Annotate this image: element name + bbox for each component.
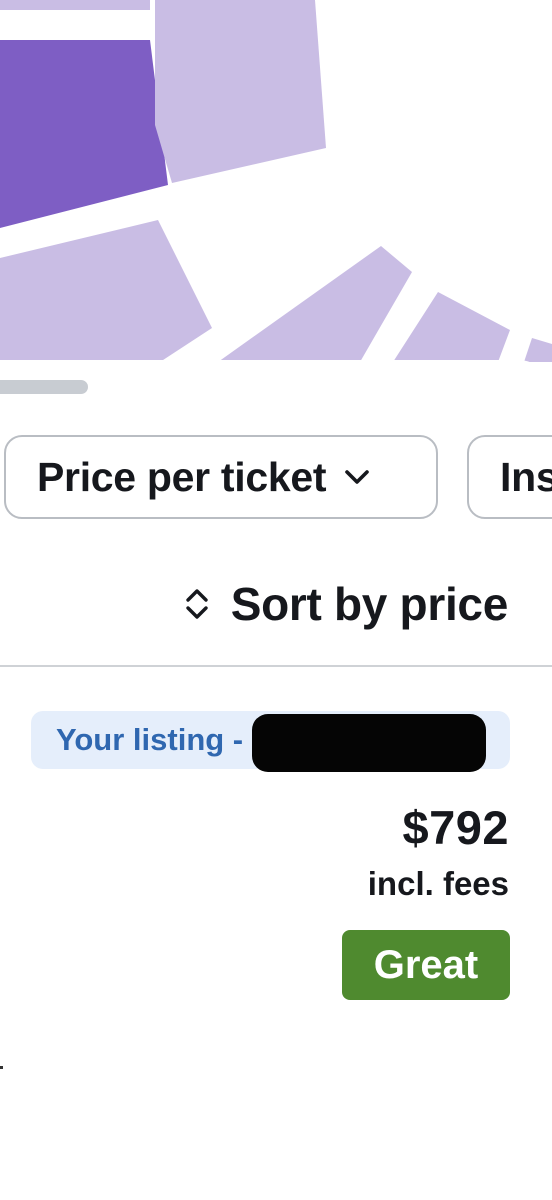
deal-rating-badge: Great: [342, 930, 510, 1000]
price-filter-label: Price per ticket: [37, 453, 327, 500]
up-down-chevron-icon: [185, 586, 209, 622]
section-top-strip[interactable]: [0, 0, 150, 10]
listing-price: $792: [402, 801, 509, 854]
divider: [0, 665, 552, 667]
instant-download-filter[interactable]: Ins: [467, 435, 552, 519]
fees-note: incl. fees: [367, 865, 509, 902]
seat-map[interactable]: [0, 0, 552, 380]
sheet-drag-handle[interactable]: [0, 380, 88, 394]
listing-sheet: Price per ticket Ins Sort by price Your …: [0, 360, 552, 1200]
app-screen: Price per ticket Ins Sort by price Your …: [0, 0, 552, 1200]
price-per-ticket-filter[interactable]: Price per ticket: [4, 435, 438, 519]
sort-by-price-button[interactable]: Sort by price: [185, 572, 508, 636]
instant-filter-label: Ins: [500, 453, 552, 500]
chevron-down-icon: [344, 469, 370, 485]
deal-rating-label: Great: [373, 942, 479, 987]
redaction-mark: [252, 714, 486, 772]
your-listing-text: Your listing -: [56, 722, 244, 757]
edge-mark: [0, 1066, 3, 1069]
sort-label: Sort by price: [230, 578, 509, 630]
